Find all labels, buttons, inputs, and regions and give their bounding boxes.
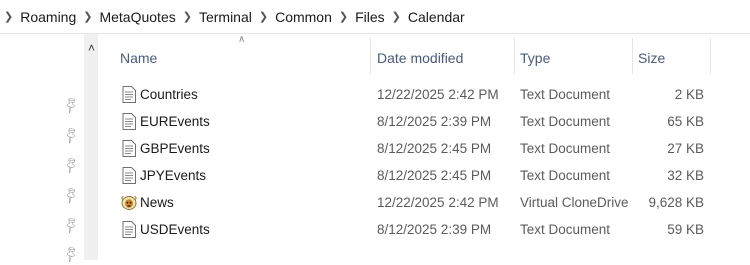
file-type: Text Document bbox=[520, 87, 611, 102]
file-size: 32 KB bbox=[667, 168, 704, 183]
chevron-right-icon[interactable]: ❯ bbox=[83, 10, 92, 23]
breadcrumb-item-metaquotes[interactable]: MetaQuotes bbox=[99, 9, 175, 25]
column-divider[interactable] bbox=[514, 38, 515, 74]
file-date-modified: 8/12/2025 2:39 PM bbox=[377, 222, 492, 237]
file-type: Text Document bbox=[520, 222, 611, 237]
file-type: Text Document bbox=[520, 114, 611, 129]
file-size: 59 KB bbox=[667, 222, 704, 237]
chevron-right-icon[interactable]: ❯ bbox=[183, 10, 192, 23]
column-header: ∧ Name Date modified Type Size bbox=[98, 34, 750, 78]
file-row[interactable]: GBPEvents 8/12/2025 2:45 PM Text Documen… bbox=[98, 135, 710, 162]
chevron-right-icon[interactable]: ❯ bbox=[392, 10, 401, 23]
file-date-modified: 8/12/2025 2:45 PM bbox=[377, 141, 492, 156]
file-type: Text Document bbox=[520, 168, 611, 183]
sort-ascending-icon: ∧ bbox=[238, 34, 246, 45]
file-row[interactable]: EUREvents 8/12/2025 2:39 PM Text Documen… bbox=[98, 108, 710, 135]
navigation-scrollbar[interactable] bbox=[84, 34, 98, 260]
chevron-right-icon[interactable]: ❯ bbox=[339, 10, 348, 23]
file-name: News bbox=[140, 195, 174, 210]
file-size: 27 KB bbox=[667, 141, 704, 156]
column-divider[interactable] bbox=[370, 38, 371, 74]
breadcrumb: ❯ Roaming ❯ MetaQuotes ❯ Terminal ❯ Comm… bbox=[0, 0, 750, 34]
file-name: JPYEvents bbox=[140, 168, 207, 183]
chevron-right-icon[interactable]: ❯ bbox=[259, 10, 268, 23]
column-header-name[interactable]: Name bbox=[120, 47, 157, 77]
text-document-icon bbox=[122, 167, 136, 184]
clonedrive-sheep-icon bbox=[121, 196, 137, 210]
file-type: Virtual CloneDrive bbox=[520, 195, 629, 210]
text-document-icon bbox=[122, 221, 136, 238]
file-row[interactable]: News 12/22/2025 2:42 PM Virtual CloneDri… bbox=[98, 189, 710, 216]
column-divider[interactable] bbox=[632, 38, 633, 74]
scroll-up-icon[interactable]: ˄ bbox=[85, 40, 98, 56]
file-size: 9,628 KB bbox=[648, 195, 704, 210]
breadcrumb-item-common[interactable]: Common bbox=[275, 9, 332, 25]
breadcrumb-item-files[interactable]: Files bbox=[355, 9, 385, 25]
column-header-date-modified[interactable]: Date modified bbox=[377, 47, 463, 77]
text-document-icon bbox=[122, 86, 136, 103]
file-row[interactable]: USDEvents 8/12/2025 2:39 PM Text Documen… bbox=[98, 216, 710, 243]
file-date-modified: 8/12/2025 2:45 PM bbox=[377, 168, 492, 183]
file-size: 2 KB bbox=[674, 87, 704, 102]
breadcrumb-item-terminal[interactable]: Terminal bbox=[199, 9, 252, 25]
file-name: GBPEvents bbox=[140, 141, 210, 156]
file-size: 65 KB bbox=[667, 114, 704, 129]
file-name: Countries bbox=[140, 87, 198, 102]
file-date-modified: 12/22/2025 2:42 PM bbox=[377, 195, 499, 210]
file-row[interactable]: Countries 12/22/2025 2:42 PM Text Docume… bbox=[98, 81, 710, 108]
chevron-right-icon[interactable]: ❯ bbox=[4, 10, 13, 23]
file-name: USDEvents bbox=[140, 222, 210, 237]
column-divider[interactable] bbox=[710, 38, 711, 74]
text-document-icon bbox=[122, 140, 136, 157]
file-date-modified: 8/12/2025 2:39 PM bbox=[377, 114, 492, 129]
column-header-size[interactable]: Size bbox=[638, 47, 665, 77]
file-name: EUREvents bbox=[140, 114, 210, 129]
column-header-type[interactable]: Type bbox=[520, 47, 550, 77]
text-document-icon bbox=[122, 113, 136, 130]
breadcrumb-item-roaming[interactable]: Roaming bbox=[20, 9, 76, 25]
file-type: Text Document bbox=[520, 141, 611, 156]
file-row[interactable]: JPYEvents 8/12/2025 2:45 PM Text Documen… bbox=[98, 162, 710, 189]
breadcrumb-item-calendar[interactable]: Calendar bbox=[408, 9, 465, 25]
file-date-modified: 12/22/2025 2:42 PM bbox=[377, 87, 499, 102]
